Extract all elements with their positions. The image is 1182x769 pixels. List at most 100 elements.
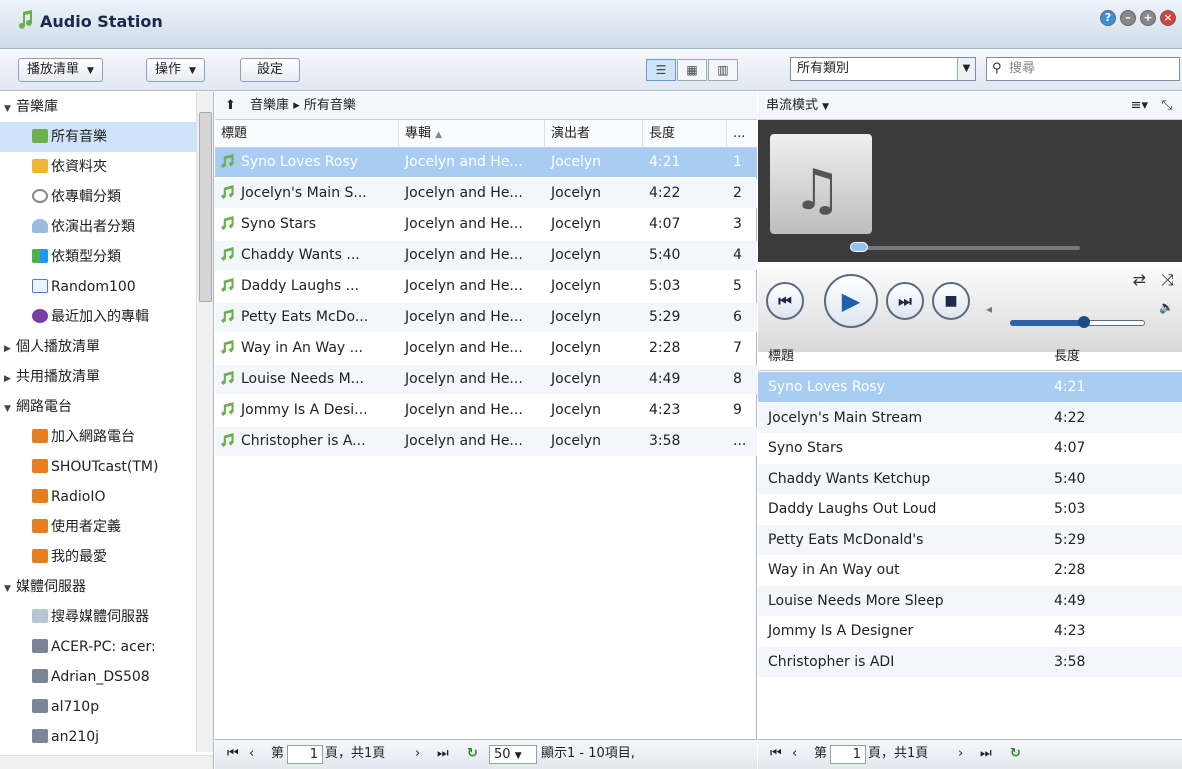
maximize-icon[interactable]: +: [1140, 10, 1156, 26]
per-page-select[interactable]: 50 ▼: [489, 745, 537, 764]
table-row[interactable]: Way in An Way ... Jocelyn and He... Jocely…: [215, 334, 757, 363]
repeat-icon[interactable]: ⇄: [1133, 270, 1146, 289]
minimize-icon[interactable]: –: [1120, 10, 1136, 26]
sidebar-item-radioio[interactable]: RadioIO: [0, 482, 196, 512]
stream-mode-menu[interactable]: 串流模式: [766, 98, 818, 113]
up-arrow-icon[interactable]: ⬆: [225, 98, 236, 113]
header-artist[interactable]: 演出者: [545, 120, 643, 148]
collapse-triangle-icon[interactable]: ▼: [4, 94, 16, 124]
sidebar-item-all-music[interactable]: 所有音樂: [0, 122, 196, 152]
thumbnail-view-icon[interactable]: ▦: [677, 59, 707, 81]
sidebar-item-shoutcast[interactable]: SHOUTcast(TM): [0, 452, 196, 482]
table-row[interactable]: Christopher is A... Jocelyn and He... Joce…: [215, 427, 757, 456]
seek-handle[interactable]: [850, 242, 868, 252]
last-page-icon[interactable]: ⏭: [980, 740, 992, 768]
table-row[interactable]: Jommy Is A Desi... Jocelyn and He... Jocel…: [215, 396, 757, 425]
collapse-triangle-icon[interactable]: ▼: [4, 574, 16, 604]
first-page-icon[interactable]: ⏮: [770, 740, 782, 768]
prev-page-icon[interactable]: ‹: [792, 740, 797, 768]
cell-album: Jocelyn and He...: [399, 148, 545, 177]
sidebar-item-random100[interactable]: Random100: [0, 272, 196, 302]
shuffle-icon[interactable]: ⤨: [1161, 270, 1174, 290]
sidebar-item-by-album[interactable]: 依專輯分類: [0, 182, 196, 212]
playlist-row[interactable]: Petty Eats McDonald's 5:29: [758, 524, 1182, 555]
sidebar-item-internet-radio[interactable]: ▼ 網路電台: [0, 392, 196, 422]
playlist-row[interactable]: Chaddy Wants Ketchup 5:40: [758, 463, 1182, 494]
close-icon[interactable]: ×: [1160, 10, 1176, 26]
playlist-row[interactable]: Syno Stars 4:07: [758, 433, 1182, 463]
seek-bar[interactable]: [850, 246, 1080, 250]
playlist-row[interactable]: Jommy Is A Designer 4:23: [758, 616, 1182, 646]
table-row[interactable]: Daddy Laughs ... Jocelyn and He... Jocelyn…: [215, 272, 757, 301]
category-select[interactable]: 所有類別 ▼: [790, 57, 976, 81]
scrollbar-thumb[interactable]: [199, 112, 212, 302]
sidebar-item-al710p[interactable]: al710p: [0, 692, 196, 722]
sidebar-item-adrian-ds508[interactable]: Adrian_DS508: [0, 662, 196, 692]
header-album[interactable]: 專輯 ▲: [399, 120, 545, 148]
table-row[interactable]: Louise Needs M... Jocelyn and He... Jocely…: [215, 365, 757, 394]
sidebar-item-shared-playlists[interactable]: ▶ 共用播放清單: [0, 362, 196, 392]
cell-title: Syno Stars: [215, 210, 399, 239]
next-page-icon[interactable]: ›: [958, 740, 963, 768]
play-button[interactable]: ▶: [824, 274, 878, 328]
sidebar-item-library[interactable]: ▼ 音樂庫: [0, 92, 196, 122]
stop-button[interactable]: ■: [932, 282, 970, 320]
table-row[interactable]: Syno Stars Jocelyn and He... Jocelyn 4:07 3: [215, 210, 757, 239]
expand-triangle-icon[interactable]: ▶: [4, 364, 16, 394]
table-row[interactable]: Syno Loves Rosy Jocelyn and He... Jocelyn 4…: [215, 148, 757, 177]
sidebar-item-recent-albums[interactable]: 最近加入的專輯: [0, 302, 196, 332]
next-page-icon[interactable]: ›: [415, 740, 420, 768]
header-title[interactable]: 標題: [215, 120, 399, 148]
playlist-row[interactable]: Syno Loves Rosy 4:21: [758, 372, 1182, 402]
breadcrumb-root[interactable]: 音樂庫: [250, 98, 289, 113]
sidebar-item-an210j[interactable]: an210j: [0, 722, 196, 752]
mini-player-icon[interactable]: ⤡: [1162, 92, 1172, 120]
page-number-input[interactable]: 1: [830, 745, 866, 764]
expand-triangle-icon[interactable]: ▶: [4, 334, 16, 364]
actions-button[interactable]: 操作 ▼: [146, 58, 205, 82]
playlist-header-title[interactable]: 標題: [768, 342, 794, 371]
table-row[interactable]: Chaddy Wants ... Jocelyn and He... Jocelyn…: [215, 241, 757, 270]
page-number-input[interactable]: 1: [287, 745, 323, 764]
playlist-button[interactable]: 播放清單 ▼: [18, 58, 103, 82]
collapse-triangle-icon[interactable]: ▼: [4, 394, 16, 424]
playlist-row[interactable]: Christopher is ADI 3:58: [758, 646, 1182, 677]
playlist-menu-icon[interactable]: ≡▾: [1131, 92, 1148, 120]
sidebar-vertical-scrollbar[interactable]: [196, 92, 213, 752]
next-track-button[interactable]: ⏭: [886, 282, 924, 320]
first-page-icon[interactable]: ⏮: [227, 740, 239, 768]
playlist-row[interactable]: Louise Needs More Sleep 4:49: [758, 585, 1182, 616]
sidebar-item-user-defined[interactable]: 使用者定義: [0, 512, 196, 542]
header-length[interactable]: 長度: [643, 120, 727, 148]
sidebar-item-by-folder[interactable]: 依資料夾: [0, 152, 196, 182]
sidebar-item-media-servers[interactable]: ▼ 媒體伺服器: [0, 572, 196, 602]
sidebar-item-favorites[interactable]: 我的最愛: [0, 542, 196, 572]
table-row[interactable]: Jocelyn's Main S... Jocelyn and He... Joce…: [215, 179, 757, 208]
playlist-row[interactable]: Jocelyn's Main Stream 4:22: [758, 402, 1182, 433]
last-page-icon[interactable]: ⏭: [437, 740, 449, 768]
search-input[interactable]: ⚲ 搜尋: [986, 57, 1180, 81]
sidebar-item-by-genre[interactable]: 依類型分類: [0, 242, 196, 272]
playlist-header-length[interactable]: 長度: [1054, 342, 1080, 371]
cell-num: 2: [727, 179, 757, 208]
sidebar-item-personal-playlists[interactable]: ▶ 個人播放清單: [0, 332, 196, 362]
header-more[interactable]: ...: [727, 120, 757, 148]
prev-page-icon[interactable]: ‹: [249, 740, 254, 768]
sidebar-horizontal-scrollbar[interactable]: [0, 755, 213, 769]
list-view-icon[interactable]: ☰: [646, 59, 676, 81]
refresh-icon[interactable]: ↻: [467, 740, 478, 768]
sidebar-item-acer-pc[interactable]: ACER-PC: acer:: [0, 632, 196, 662]
previous-track-button[interactable]: ⏮: [766, 282, 804, 320]
sidebar-item-search-servers[interactable]: 搜尋媒體伺服器: [0, 602, 196, 632]
genre-grid-icon: [32, 249, 48, 263]
help-icon[interactable]: ?: [1100, 10, 1116, 26]
playlist-row[interactable]: Way in An Way out 2:28: [758, 555, 1182, 585]
chevron-down-icon[interactable]: ▼: [822, 102, 829, 112]
cover-flow-view-icon[interactable]: ▥: [708, 59, 738, 81]
sidebar-item-by-artist[interactable]: 依演出者分類: [0, 212, 196, 242]
sidebar-item-add-radio[interactable]: 加入網路電台: [0, 422, 196, 452]
settings-button[interactable]: 設定: [240, 58, 301, 82]
table-row[interactable]: Petty Eats McDo... Jocelyn and He... Jocel…: [215, 303, 757, 332]
playlist-row[interactable]: Daddy Laughs Out Loud 5:03: [758, 494, 1182, 524]
refresh-icon[interactable]: ↻: [1010, 740, 1021, 768]
